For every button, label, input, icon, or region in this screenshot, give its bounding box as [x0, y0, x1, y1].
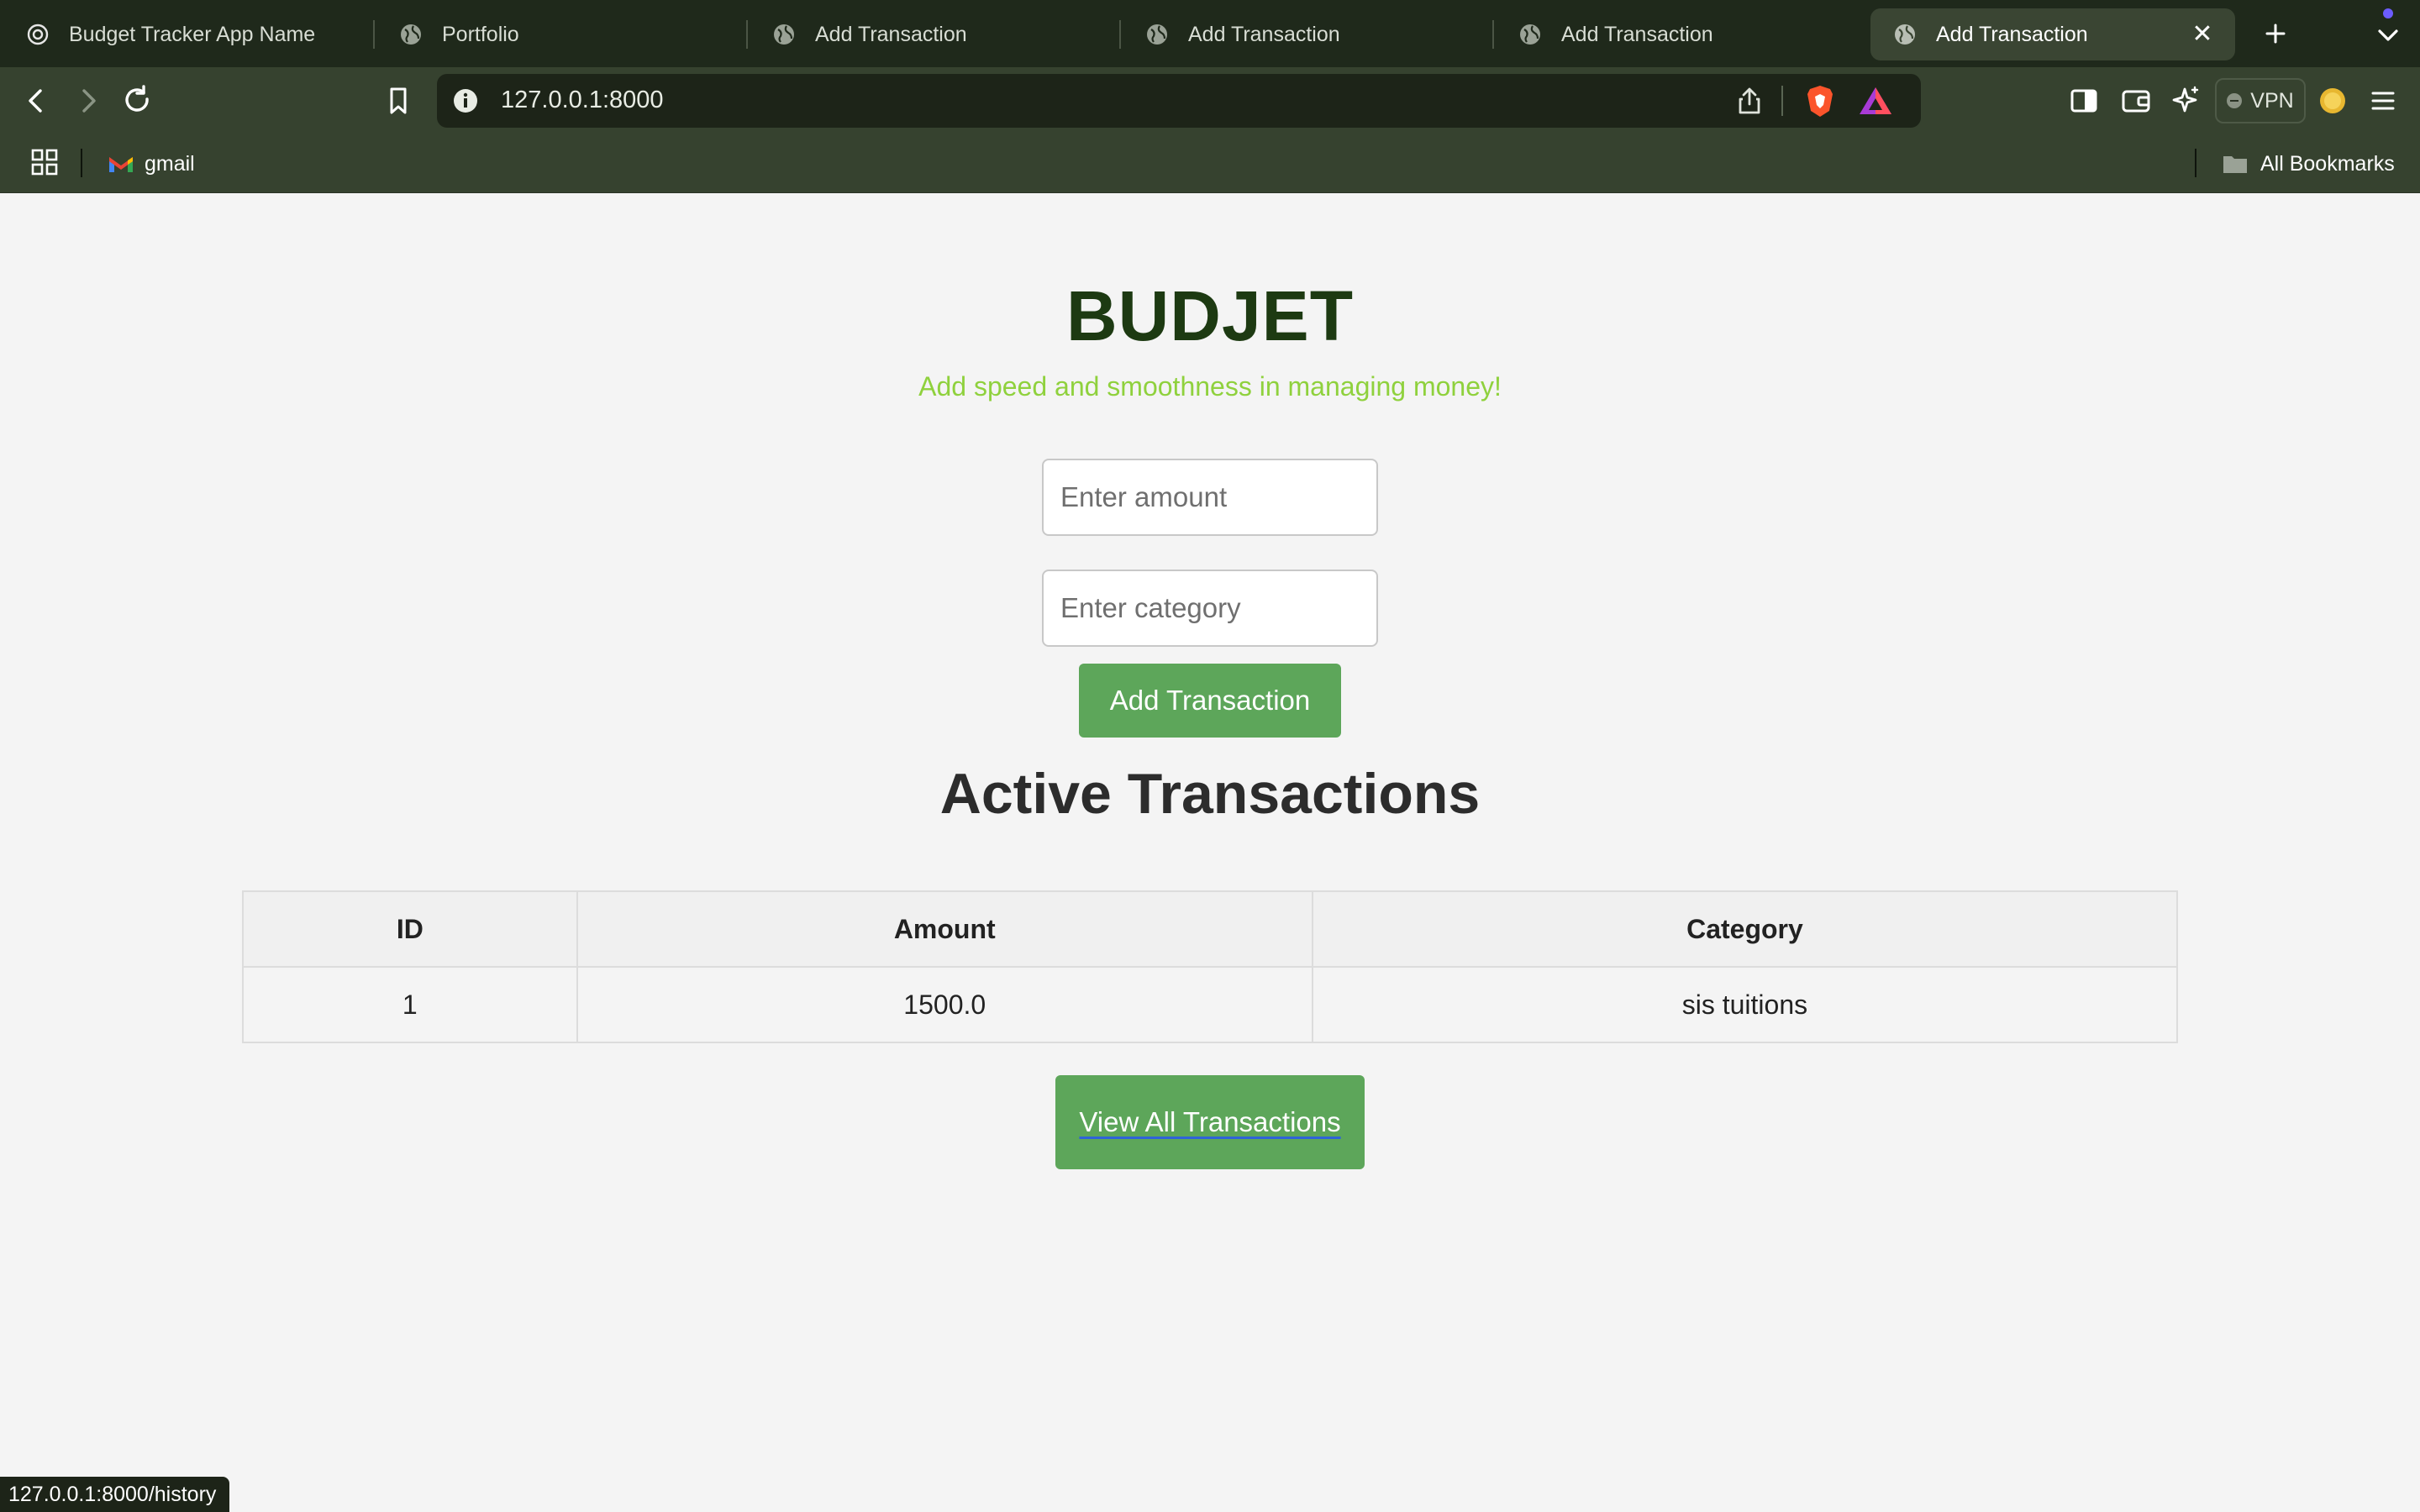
column-header-id: ID: [242, 890, 578, 968]
globe-icon: [401, 24, 421, 45]
tab-title: Budget Tracker App Name: [69, 22, 316, 46]
address-bar[interactable]: 127.0.0.1:8000: [437, 74, 1921, 128]
brave-shields-icon[interactable]: [1802, 82, 1839, 119]
url-text[interactable]: 127.0.0.1:8000: [501, 87, 664, 114]
globe-icon: [774, 24, 794, 45]
tab-title: Add Transaction: [1188, 22, 1340, 46]
vpn-status-icon: [2227, 93, 2243, 108]
vpn-button[interactable]: VPN: [2215, 78, 2306, 123]
close-tab-icon[interactable]: ✕: [2188, 20, 2217, 49]
menu-icon[interactable]: [2363, 81, 2403, 121]
omnibox-divider: [1781, 86, 1783, 116]
bookmark-gmail[interactable]: gmail: [108, 150, 195, 178]
tab-strip: Budget Tracker App Name Portfolio Add Tr…: [0, 0, 2420, 67]
chevron-down-icon[interactable]: [2371, 18, 2405, 52]
back-icon[interactable]: [17, 81, 57, 121]
openai-icon: [27, 24, 49, 45]
view-all-transactions-button[interactable]: View All Transactions: [1055, 1075, 1365, 1169]
vpn-label: VPN: [2250, 88, 2294, 113]
tab-divider: [1119, 20, 1121, 49]
bookmarks-divider: [2195, 149, 2196, 177]
sidebar-icon[interactable]: [2064, 81, 2104, 121]
page-subtitle: Add speed and smoothness in managing mon…: [918, 371, 1502, 402]
bookmark-icon[interactable]: [378, 81, 418, 121]
status-bar-url: 127.0.0.1:8000/history: [0, 1477, 230, 1512]
cell-category: sis tuitions: [1311, 966, 2179, 1043]
bookmark-label: gmail: [145, 151, 195, 176]
rewards-coin-icon[interactable]: [2312, 81, 2353, 121]
tab-budget-tracker[interactable]: Budget Tracker App Name: [25, 8, 370, 60]
table-row: 1 1500.0 sis tuitions: [242, 966, 2179, 1043]
cell-id: 1: [242, 966, 578, 1043]
tab-title: Add Transaction: [1561, 22, 1713, 46]
tab-title: Add Transaction: [1936, 22, 2088, 46]
table-header-row: ID Amount Category: [242, 890, 2179, 968]
tab-divider: [373, 20, 375, 49]
section-title: Active Transactions: [939, 762, 1481, 826]
add-transaction-button[interactable]: Add Transaction: [1079, 664, 1341, 738]
globe-icon: [1520, 24, 1540, 45]
gmail-icon: [109, 157, 133, 172]
tab-portfolio[interactable]: Portfolio: [398, 8, 743, 60]
globe-icon: [1147, 24, 1167, 45]
tab-add-transaction[interactable]: Add Transaction: [1518, 8, 1862, 60]
new-tab-icon[interactable]: [2257, 15, 2294, 52]
column-header-amount: Amount: [576, 890, 1313, 968]
bookmarks-divider: [81, 149, 82, 177]
site-info-icon[interactable]: [452, 87, 479, 114]
tab-add-transaction-active[interactable]: Add Transaction ✕: [1870, 8, 2235, 60]
wallet-icon[interactable]: [2116, 81, 2156, 121]
brave-rewards-icon[interactable]: [1857, 84, 1894, 118]
bookmarks-bar: [0, 134, 2420, 193]
tab-add-transaction[interactable]: Add Transaction: [1144, 8, 1489, 60]
tab-add-transaction[interactable]: Add Transaction: [771, 8, 1116, 60]
category-input[interactable]: [1042, 570, 1378, 647]
apps-grid-icon[interactable]: [30, 148, 59, 176]
page-title: BUDJET: [1065, 276, 1355, 355]
reload-icon[interactable]: [118, 81, 158, 121]
forward-icon[interactable]: [67, 81, 108, 121]
tab-divider: [1492, 20, 1494, 49]
all-bookmarks-button[interactable]: All Bookmarks: [2222, 150, 2395, 178]
globe-icon: [1895, 24, 1915, 45]
tab-title: Add Transaction: [815, 22, 967, 46]
cell-amount: 1500.0: [576, 966, 1313, 1043]
share-icon[interactable]: [1733, 84, 1766, 118]
all-bookmarks-label: All Bookmarks: [2260, 151, 2395, 176]
transactions-table: ID Amount Category 1 1500.0 sis tuitions: [242, 890, 2179, 1043]
tab-title: Portfolio: [442, 22, 519, 46]
amount-input[interactable]: [1042, 459, 1378, 536]
page-content: BUDJET Add speed and smoothness in manag…: [0, 193, 2420, 1512]
column-header-category: Category: [1311, 890, 2179, 968]
tab-divider: [746, 20, 748, 49]
folder-icon: [2223, 156, 2247, 173]
leo-ai-icon[interactable]: [2166, 81, 2207, 121]
notification-dot: [2383, 8, 2393, 18]
